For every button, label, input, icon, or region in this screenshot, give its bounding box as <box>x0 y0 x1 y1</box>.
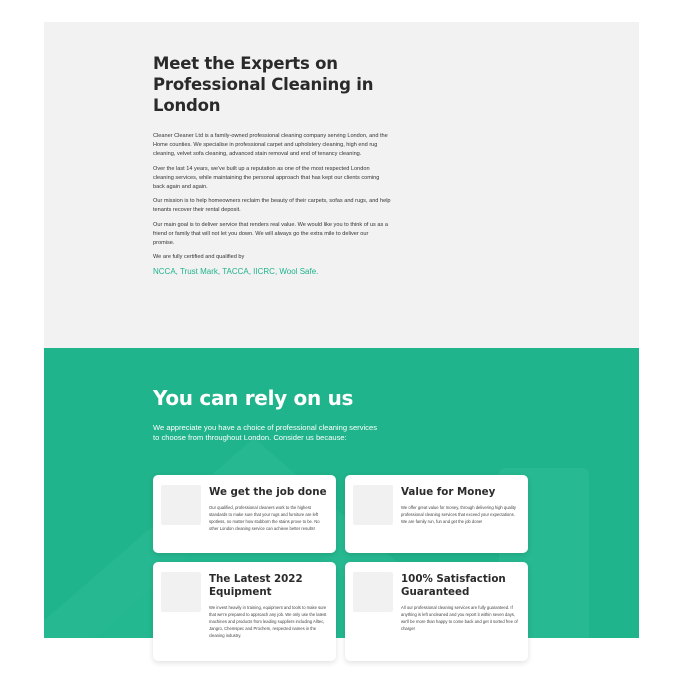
card-image-placeholder <box>353 572 393 612</box>
feature-card: Value for Money We offer great value for… <box>345 475 528 553</box>
feature-card: 100% Satisfaction Guaranteed All our pro… <box>345 562 528 661</box>
rely-subtitle: We appreciate you have a choice of profe… <box>153 423 378 442</box>
card-title: Value for Money <box>401 486 496 498</box>
card-text: Our qualified, professional cleaners wor… <box>209 505 320 531</box>
rely-title: You can rely on us <box>153 386 354 410</box>
card-title: The Latest 2022 Equipment <box>209 573 303 598</box>
experts-paragraph: Our main goal is to deliver service that… <box>153 221 388 247</box>
experts-body: Cleaner Cleaner Ltd is a family-owned pr… <box>153 132 391 282</box>
feature-card: The Latest 2022 Equipment We invest heav… <box>153 562 336 661</box>
experts-paragraph: We are fully certified and qualified by <box>153 254 245 261</box>
card-title: We get the job done <box>209 486 327 498</box>
card-image-placeholder <box>161 485 201 525</box>
experts-section: Meet the Experts on Professional Cleanin… <box>44 22 639 348</box>
card-text: We offer great value for money, through … <box>401 505 516 524</box>
card-text: We invest heavily in training, equipment… <box>209 605 327 638</box>
experts-paragraph: Our mission is to help homeowners reclai… <box>153 198 391 214</box>
card-title: 100% Satisfaction Guaranteed <box>401 573 506 598</box>
certifications-list: NCCA, Trust Mark, TACCA, IICRC, Wool Saf… <box>153 267 319 277</box>
feature-card: We get the job done Our qualified, profe… <box>153 475 336 553</box>
card-text: All our professional cleaning services a… <box>401 605 518 631</box>
experts-paragraph: Over the last 14 years, we've built up a… <box>153 165 380 191</box>
card-image-placeholder <box>161 572 201 612</box>
experts-title: Meet the Experts on Professional Cleanin… <box>153 54 374 115</box>
rely-section: You can rely on us We appreciate you hav… <box>44 348 639 638</box>
card-image-placeholder <box>353 485 393 525</box>
experts-paragraph: Cleaner Cleaner Ltd is a family-owned pr… <box>153 133 388 158</box>
